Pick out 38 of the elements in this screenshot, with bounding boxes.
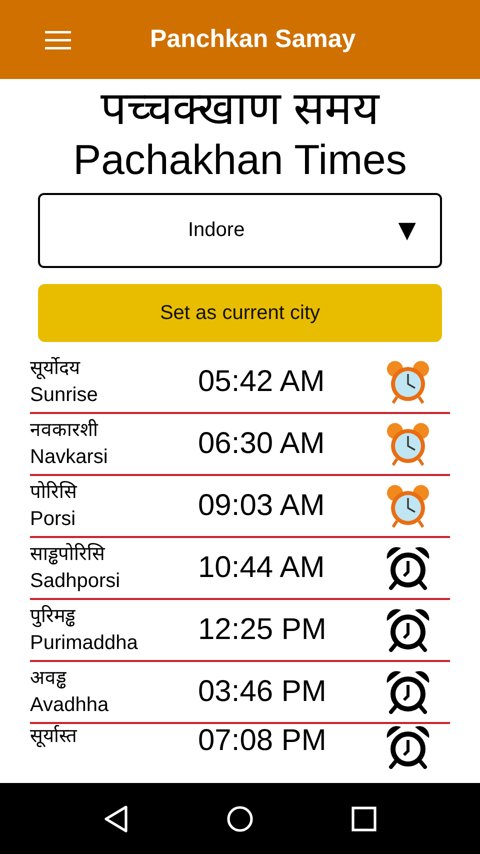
dropdown-value: Indore: [188, 219, 245, 242]
set-city-button[interactable]: Set as current city: [38, 284, 442, 342]
heading-english: Pachakhan Times: [73, 135, 407, 185]
alarm-clock-outline-icon[interactable]: [385, 607, 431, 653]
recents-icon[interactable]: [350, 806, 377, 832]
time-value: 06:30 AM: [197, 427, 326, 461]
time-value: 09:03 AM: [197, 489, 326, 523]
alarm-clock-icon[interactable]: [385, 359, 431, 405]
time-value: 10:44 AM: [197, 551, 326, 585]
time-value: 12:25 PM: [197, 613, 328, 647]
alarm-clock-outline-icon[interactable]: [385, 545, 431, 591]
city-dropdown[interactable]: Indore ▼: [38, 193, 442, 268]
home-icon[interactable]: [226, 804, 254, 832]
time-name-hindi: पोरिसि: [30, 480, 78, 505]
time-name-english: Navkarsi: [30, 445, 109, 470]
time-name-english: Porsi: [30, 507, 77, 532]
time-value: 05:42 AM: [197, 365, 326, 399]
time-name-hindi: साड्ढपोरिसि: [30, 542, 106, 567]
time-name-hindi: पुरिमड्ढ: [30, 604, 76, 630]
time-name-hindi: अवड्ढ: [30, 667, 68, 691]
time-name-english: Sunrise: [30, 383, 99, 408]
time-name-english: Sadhporsi: [30, 569, 122, 594]
app-title: Panchkan Samay: [150, 25, 356, 54]
time-name-english: Avadhha: [30, 693, 110, 718]
menu-icon[interactable]: [45, 30, 71, 50]
heading-hindi: पच्चक्खाण समय: [100, 81, 380, 135]
time-name-english: Purimaddha: [30, 631, 139, 656]
alarm-clock-outline-icon[interactable]: [385, 669, 431, 715]
alarm-clock-icon[interactable]: [385, 483, 431, 529]
dropdown-arrow: ▼: [392, 214, 422, 248]
alarm-clock-outline-icon[interactable]: [385, 724, 431, 770]
time-value: 03:46 PM: [197, 675, 328, 709]
time-value: 07:08 PM: [197, 724, 328, 758]
time-name-hindi: नवकारशी: [30, 418, 100, 443]
alarm-clock-icon[interactable]: [385, 421, 431, 467]
time-name-hindi: सूर्यास्त: [30, 724, 78, 750]
time-name-hindi: सूर्योदय: [30, 356, 82, 382]
back-icon[interactable]: [103, 804, 130, 832]
